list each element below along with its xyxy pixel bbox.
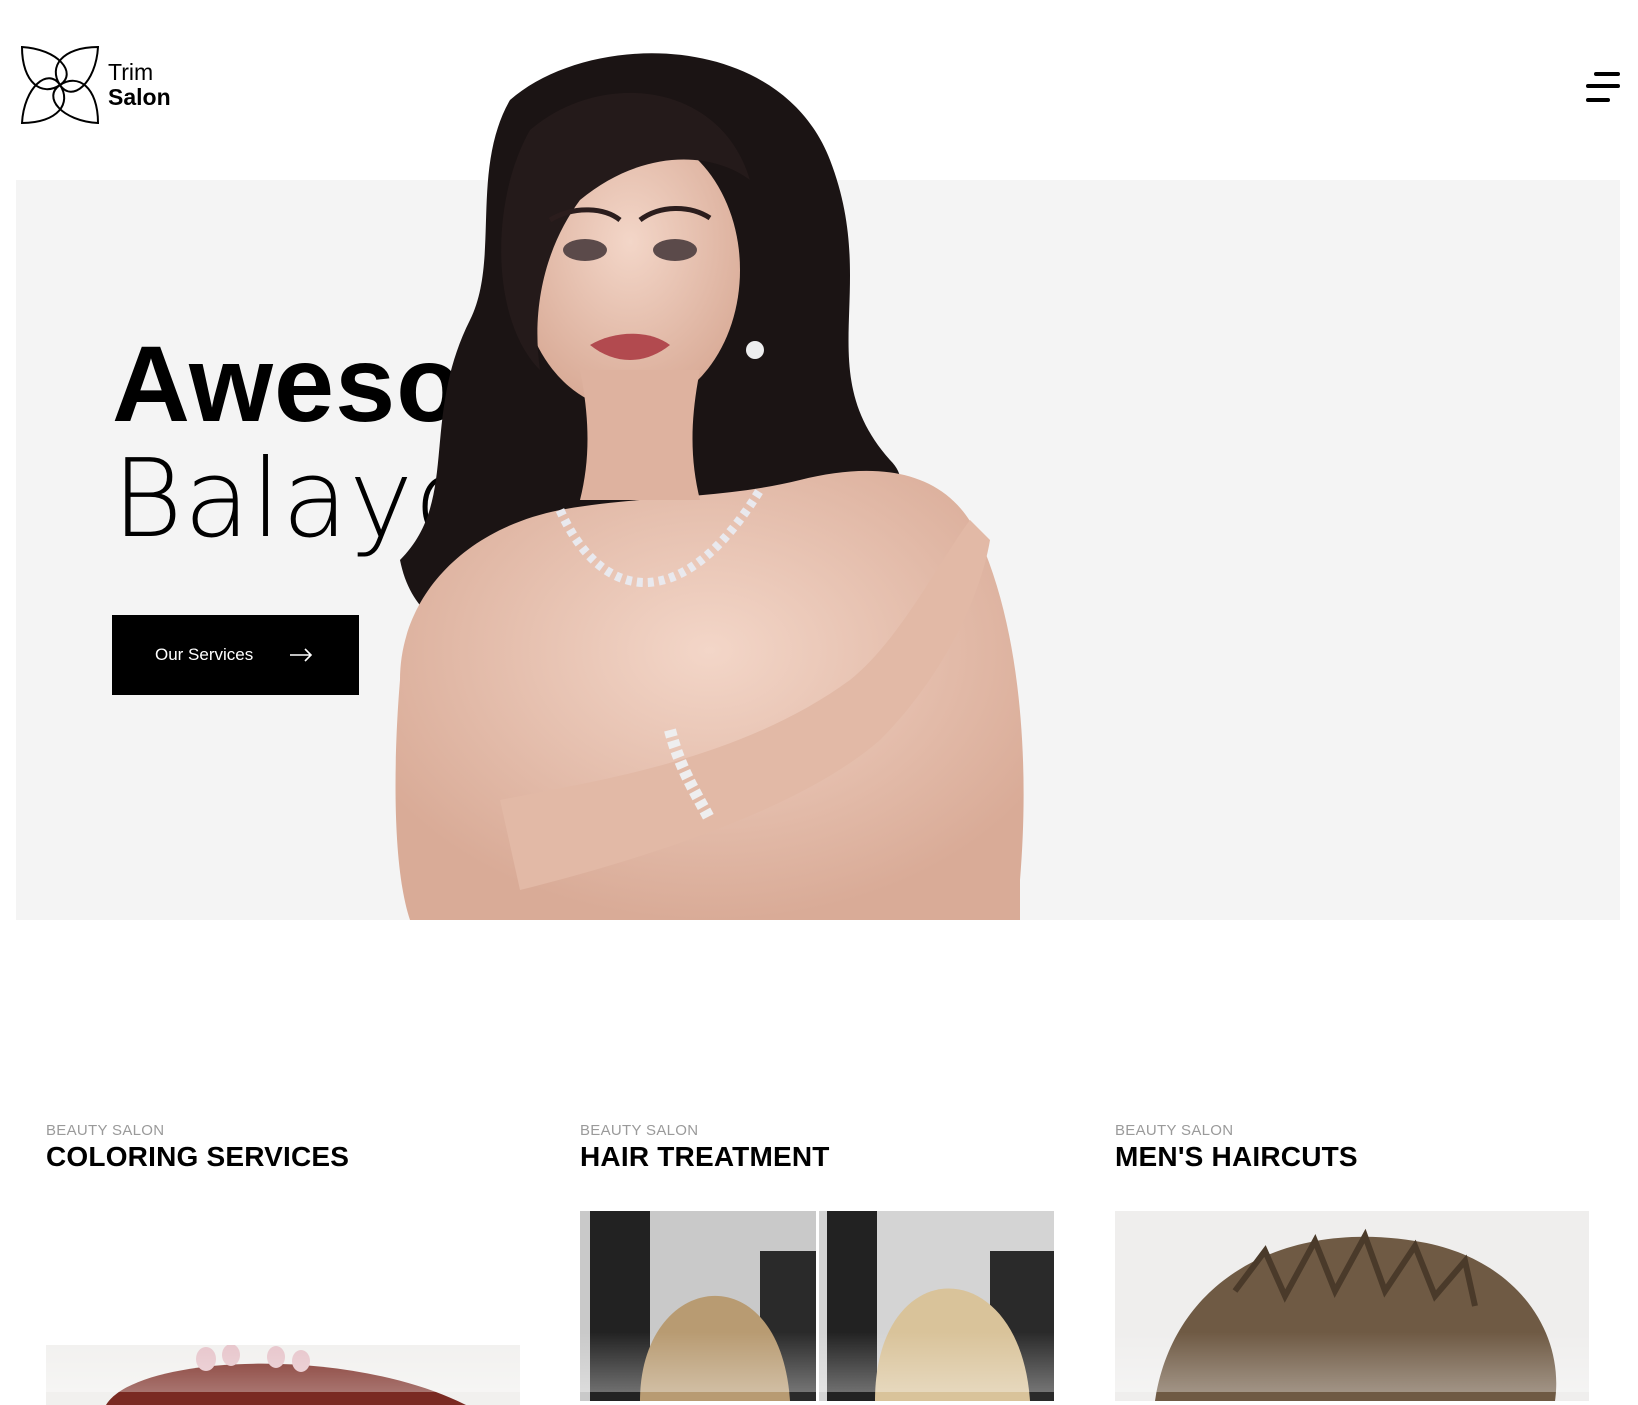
service-kicker: BEAUTY SALON <box>46 1122 165 1139</box>
service-mens-haircuts[interactable]: BEAUTY SALON MEN'S HAIRCUTS <box>1115 1122 1589 1173</box>
coloring-service-image[interactable] <box>46 1345 520 1405</box>
arrow-right-icon <box>290 648 313 662</box>
logo-text-salon: Salon <box>108 84 171 110</box>
menu-line <box>1594 72 1620 76</box>
our-services-button[interactable]: Our Services <box>112 615 359 695</box>
menu-line <box>1586 84 1620 88</box>
hero-model-image <box>395 53 1024 920</box>
hair-treatment-image[interactable] <box>580 1211 1054 1401</box>
hamburger-menu-icon[interactable] <box>1580 70 1620 106</box>
service-coloring[interactable]: BEAUTY SALON COLORING SERVICES <box>46 1122 520 1173</box>
service-title: COLORING SERVICES <box>46 1141 350 1172</box>
mens-haircut-image[interactable] <box>1115 1211 1589 1401</box>
logo[interactable]: Trim Salon <box>18 42 188 128</box>
logo-text-trim: Trim <box>108 58 154 85</box>
service-kicker: BEAUTY SALON <box>1115 1122 1234 1139</box>
menu-line <box>1586 98 1610 102</box>
service-hair-treatment[interactable]: BEAUTY SALON HAIR TREATMENT <box>580 1122 1054 1173</box>
service-kicker: BEAUTY SALON <box>580 1122 699 1139</box>
service-title: HAIR TREATMENT <box>580 1141 830 1172</box>
flower-outline-icon <box>20 45 100 125</box>
service-title: MEN'S HAIRCUTS <box>1115 1141 1358 1172</box>
our-services-label: Our Services <box>155 645 254 664</box>
